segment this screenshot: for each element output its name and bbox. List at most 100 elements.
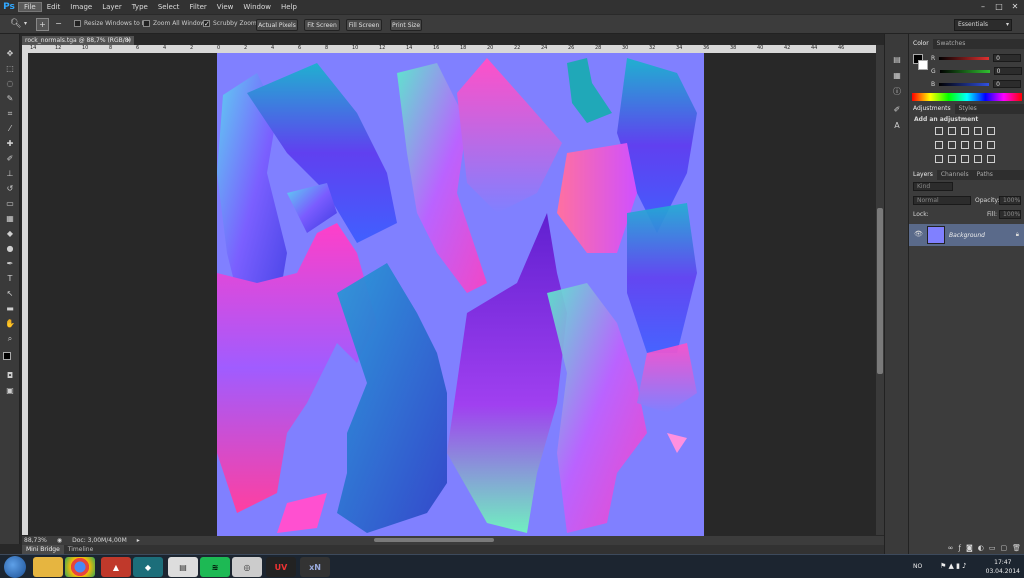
- green-value[interactable]: 0: [993, 67, 1022, 75]
- levels-icon[interactable]: [948, 127, 956, 135]
- zoom-in-icon[interactable]: +: [36, 18, 49, 31]
- tab-adjustments[interactable]: Adjustments: [909, 104, 955, 114]
- trash-icon[interactable]: 🗑︎: [1012, 544, 1021, 554]
- zoom-tool-icon[interactable]: 🔍︎: [10, 19, 21, 29]
- tab-channels[interactable]: Channels: [937, 170, 973, 180]
- chevron-right-icon[interactable]: ▸: [137, 537, 140, 544]
- menu-edit[interactable]: Edit: [42, 3, 66, 11]
- quick-select-tool-icon[interactable]: ✎: [4, 93, 16, 105]
- green-slider[interactable]: G 0: [931, 67, 1022, 75]
- red-track[interactable]: [939, 56, 990, 60]
- color-balance-icon[interactable]: [948, 141, 956, 149]
- maximize-button[interactable]: □: [992, 1, 1006, 12]
- actual-pixels-button[interactable]: Actual Pixels: [256, 19, 298, 31]
- menu-filter[interactable]: Filter: [184, 3, 211, 11]
- info-panel-icon[interactable]: ⓘ: [891, 86, 903, 98]
- minimize-button[interactable]: –: [976, 1, 990, 12]
- brush-panel-icon[interactable]: ✐: [891, 104, 903, 116]
- tab-swatches[interactable]: Swatches: [933, 39, 970, 49]
- tab-paths[interactable]: Paths: [973, 170, 997, 180]
- photo-filter-icon[interactable]: [974, 141, 982, 149]
- crop-tool-icon[interactable]: ⌗: [4, 108, 16, 120]
- eraser-tool-icon[interactable]: ▭: [4, 198, 16, 210]
- link-icon[interactable]: ∞: [948, 544, 954, 554]
- marquee-tool-icon[interactable]: ⬚: [4, 63, 16, 75]
- horizontal-scroll-thumb[interactable]: [374, 538, 494, 542]
- color-spectrum[interactable]: [912, 93, 1022, 101]
- tray-icons[interactable]: ⚑ ▲ ▮ ♪: [940, 562, 967, 570]
- properties-panel-icon[interactable]: ▦: [891, 70, 903, 82]
- menu-layer[interactable]: Layer: [97, 3, 127, 11]
- autodesk-icon[interactable]: ▲: [101, 557, 131, 577]
- posterize-icon[interactable]: [948, 155, 956, 163]
- menu-view[interactable]: View: [212, 3, 239, 11]
- menu-select[interactable]: Select: [153, 3, 185, 11]
- character-panel-icon[interactable]: A: [891, 120, 903, 132]
- blue-value[interactable]: 0: [993, 80, 1022, 88]
- path-selection-tool-icon[interactable]: ↖: [4, 288, 16, 300]
- gradient-tool-icon[interactable]: ▦: [4, 213, 16, 225]
- shape-tool-icon[interactable]: ▬: [4, 303, 16, 315]
- exposure-icon[interactable]: [974, 127, 982, 135]
- zoom-tool-icon[interactable]: ⌕: [4, 333, 16, 345]
- chevron-down-icon[interactable]: ▾: [24, 20, 27, 27]
- menu-file[interactable]: File: [18, 2, 42, 12]
- fit-screen-button[interactable]: Fit Screen: [304, 19, 340, 31]
- blur-tool-icon[interactable]: ◆: [4, 228, 16, 240]
- clone-stamp-tool-icon[interactable]: ⊥: [4, 168, 16, 180]
- vibrance-icon[interactable]: [987, 127, 995, 135]
- red-slider[interactable]: R 0: [931, 54, 1022, 62]
- maya-icon[interactable]: ◆: [133, 557, 163, 577]
- lasso-tool-icon[interactable]: ◌: [4, 78, 16, 90]
- channel-mixer-icon[interactable]: [987, 141, 995, 149]
- chrome-icon[interactable]: [65, 557, 95, 577]
- black-white-icon[interactable]: [961, 141, 969, 149]
- tab-styles[interactable]: Styles: [955, 104, 981, 114]
- resize-windows-option[interactable]: Resize Windows to Fit: [74, 20, 149, 27]
- type-tool-icon[interactable]: T: [4, 273, 16, 285]
- vertical-scroll-thumb[interactable]: [877, 208, 883, 374]
- zoom-out-icon[interactable]: −: [52, 18, 65, 31]
- tab-timeline[interactable]: Timeline: [64, 545, 98, 554]
- hand-tool-icon[interactable]: ✋: [4, 318, 16, 330]
- scrubby-zoom-checkbox[interactable]: [203, 20, 210, 27]
- uv-layout-icon[interactable]: UV: [266, 557, 296, 577]
- brightness-icon[interactable]: [935, 127, 943, 135]
- menu-window[interactable]: Window: [238, 3, 276, 11]
- xnormal-icon[interactable]: xN: [300, 557, 330, 577]
- fill-screen-button[interactable]: Fill Screen: [346, 19, 382, 31]
- zoom-all-checkbox[interactable]: [143, 20, 150, 27]
- history-brush-tool-icon[interactable]: ↺: [4, 183, 16, 195]
- explorer-icon[interactable]: [33, 557, 63, 577]
- blue-slider[interactable]: B 0: [931, 80, 1022, 88]
- scrubby-zoom-option[interactable]: Scrubby Zoom: [203, 20, 257, 27]
- zoom-level[interactable]: 88,73%: [24, 537, 47, 544]
- resize-windows-checkbox[interactable]: [74, 20, 81, 27]
- foreground-color-swatch[interactable]: [3, 352, 11, 360]
- app-icon[interactable]: ◎: [232, 557, 262, 577]
- tab-layers[interactable]: Layers: [909, 170, 937, 180]
- notepad-icon[interactable]: ▤: [168, 557, 198, 577]
- fx-icon[interactable]: ƒ: [958, 544, 960, 554]
- history-panel-icon[interactable]: ▤: [891, 54, 903, 66]
- eye-icon[interactable]: 👁︎: [914, 230, 923, 238]
- spotify-icon[interactable]: ≋: [200, 557, 230, 577]
- blend-mode-select[interactable]: Normal: [913, 196, 971, 205]
- blue-track[interactable]: [939, 82, 990, 86]
- group-icon[interactable]: ▭: [989, 544, 996, 554]
- menu-type[interactable]: Type: [127, 3, 153, 11]
- hue-saturation-icon[interactable]: [935, 141, 943, 149]
- invert-icon[interactable]: [935, 155, 943, 163]
- threshold-icon[interactable]: [961, 155, 969, 163]
- pen-tool-icon[interactable]: ✒: [4, 258, 16, 270]
- layer-row-background[interactable]: 👁︎ Background 🔒︎: [909, 224, 1024, 246]
- selective-color-icon[interactable]: [987, 155, 995, 163]
- dodge-tool-icon[interactable]: ●: [4, 243, 16, 255]
- opacity-field[interactable]: 100%: [999, 196, 1021, 205]
- clock[interactable]: 17:47 03.04.2014: [986, 558, 1020, 576]
- mask-icon[interactable]: ◙: [966, 544, 973, 554]
- document-canvas[interactable]: [217, 53, 704, 536]
- status-icon[interactable]: ◉: [57, 537, 62, 544]
- brush-tool-icon[interactable]: ✐: [4, 153, 16, 165]
- healing-brush-tool-icon[interactable]: ✚: [4, 138, 16, 150]
